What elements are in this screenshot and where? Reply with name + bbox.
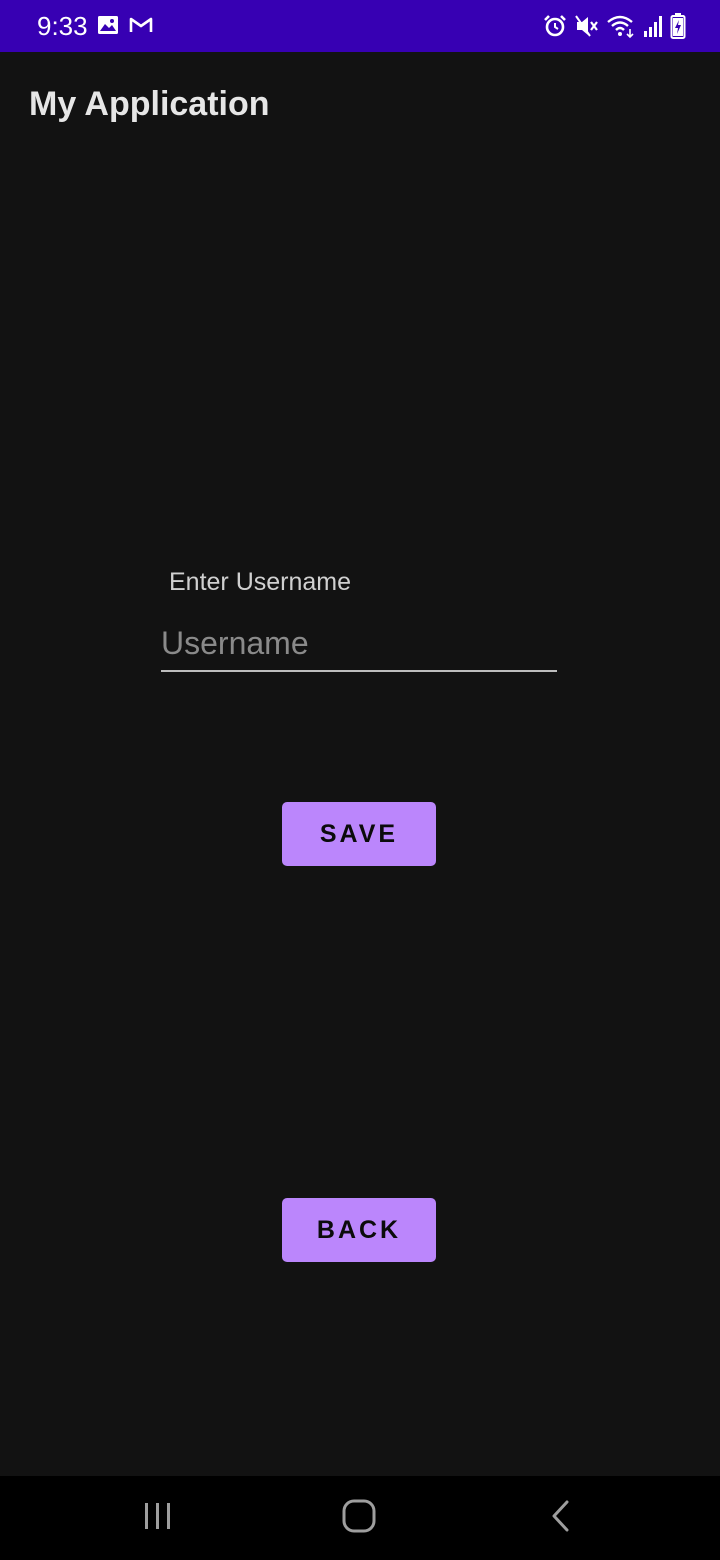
navigation-bar (0, 1476, 720, 1560)
username-input[interactable] (161, 622, 557, 672)
recents-button[interactable] (128, 1494, 188, 1542)
status-bar: 9:33 (0, 0, 720, 52)
screen: 9:33 My Application Enter Username Usern… (0, 0, 720, 1560)
battery-icon (670, 12, 686, 40)
home-button[interactable] (329, 1494, 389, 1542)
app-bar: My Application (0, 52, 720, 156)
gmail-icon (128, 13, 154, 37)
alarm-icon (542, 13, 568, 39)
status-left-icons (96, 13, 154, 37)
gallery-icon (96, 13, 120, 37)
save-button[interactable]: SAVE (282, 802, 436, 866)
username-label: Enter Username (169, 568, 352, 596)
back-button[interactable]: BACK (282, 1198, 436, 1262)
home-icon (341, 1498, 377, 1539)
wifi-icon (606, 13, 636, 39)
back-nav-button[interactable] (531, 1494, 591, 1542)
app-title: My Application (29, 85, 270, 123)
status-right-icons (542, 12, 686, 40)
recents-icon (142, 1500, 174, 1537)
back-icon (546, 1499, 576, 1538)
status-time: 9:33 (37, 11, 88, 41)
signal-icon (642, 13, 664, 39)
mute-icon (574, 13, 600, 39)
